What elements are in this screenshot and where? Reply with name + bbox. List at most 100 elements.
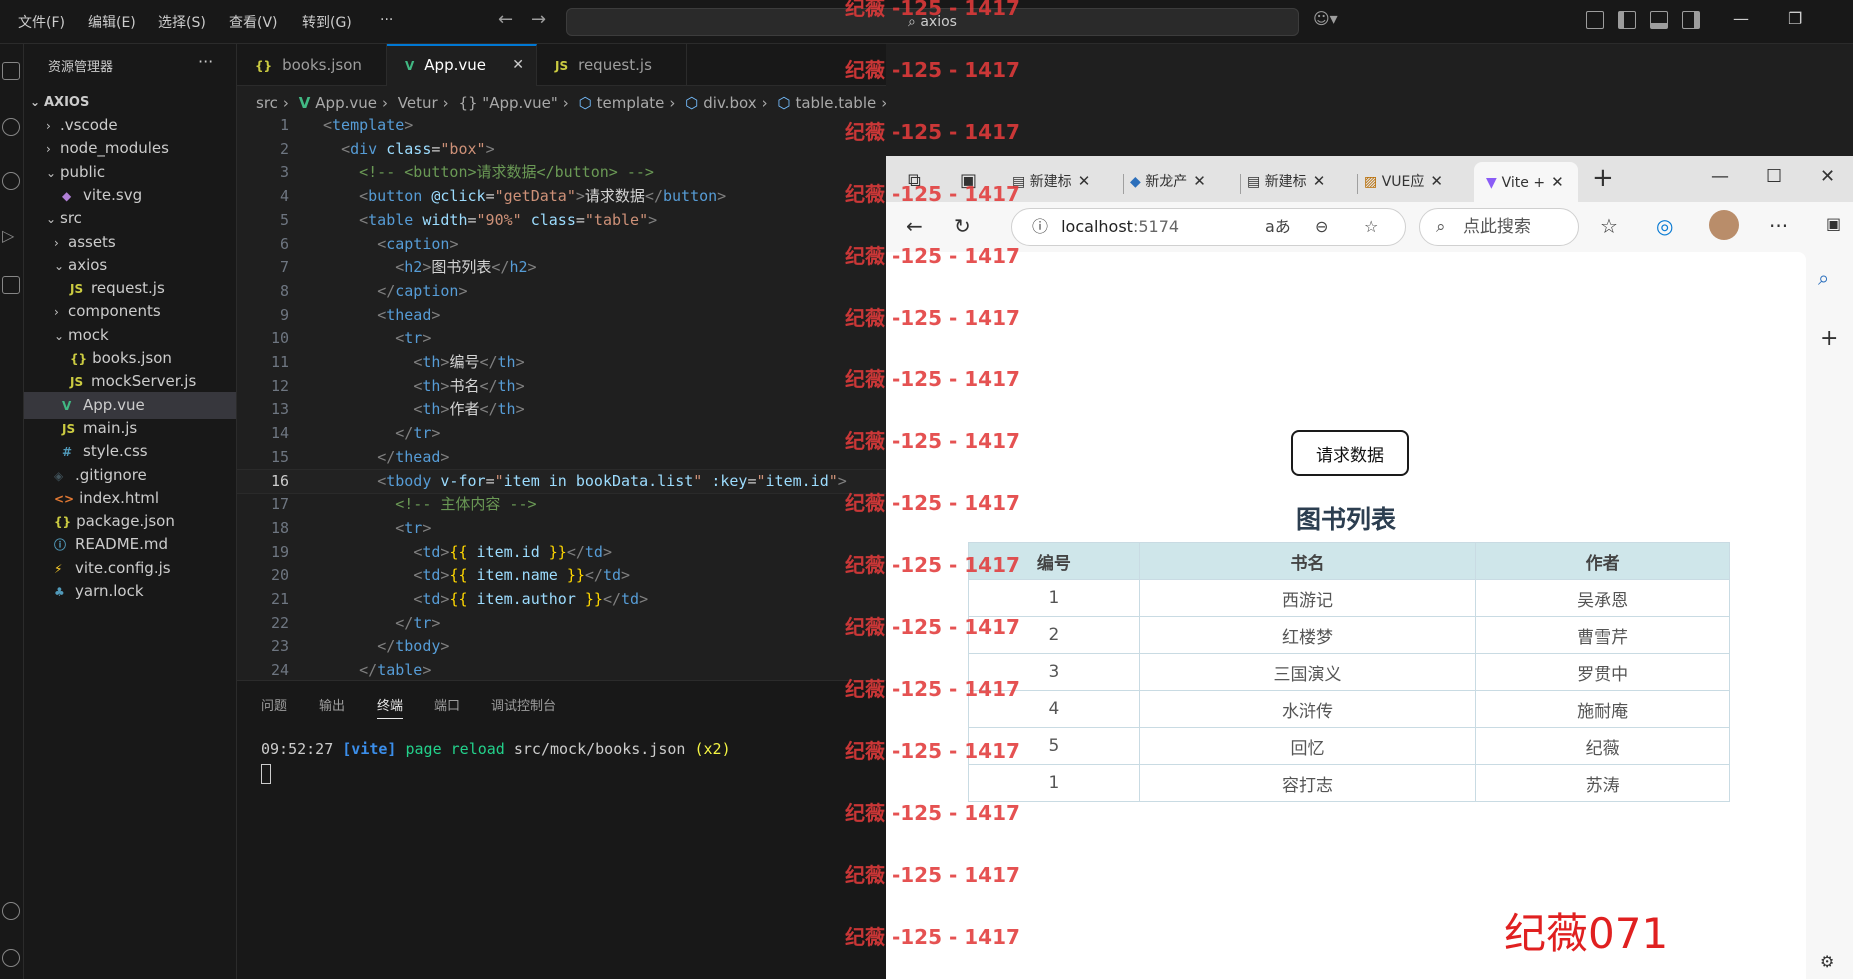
code-line[interactable]: 15 </thead>: [237, 446, 886, 470]
add-icon[interactable]: +: [1820, 326, 1838, 351]
toggle-secondary-sidebar-icon[interactable]: [1682, 11, 1700, 29]
code-line[interactable]: 7 <h2>图书列表</h2>: [237, 256, 886, 280]
minimize-icon[interactable]: —: [1733, 9, 1749, 28]
close-icon[interactable]: ✕: [1430, 172, 1443, 190]
code-line[interactable]: 20 <td>{{ item.name }}</td>: [237, 564, 886, 588]
explorer-more-icon[interactable]: ···: [198, 52, 213, 71]
close-icon[interactable]: ✕: [512, 46, 524, 84]
code-line[interactable]: 16 <tbody v-for="item in bookData.list" …: [237, 468, 886, 495]
code-line[interactable]: 14 </tr>: [237, 422, 886, 446]
maximize-icon[interactable]: ☐: [1766, 166, 1782, 187]
browser-tab[interactable]: ▤ 新建标 ✕: [1012, 166, 1117, 196]
settings-gear-icon[interactable]: ⚙: [1820, 952, 1834, 971]
code-line[interactable]: 24 </table>: [237, 659, 886, 680]
edge-icon[interactable]: ◎: [1656, 214, 1673, 238]
read-aloud-icon[interactable]: aあ: [1265, 209, 1291, 245]
code-line[interactable]: 5 <table width="90%" class="table">: [237, 209, 886, 233]
settings-gear-icon[interactable]: [2, 949, 20, 967]
menu-more[interactable]: ···: [380, 12, 393, 28]
code-line[interactable]: 21 <td>{{ item.author }}</td>: [237, 588, 886, 612]
code-line[interactable]: 19 <td>{{ item.id }}</td>: [237, 541, 886, 565]
code-line[interactable]: 18 <tr>: [237, 517, 886, 541]
toggle-sidebar-icon[interactable]: [1618, 11, 1636, 29]
terminal-output[interactable]: 09:52:27 [vite] page reload src/mock/boo…: [261, 740, 731, 758]
extensions-icon[interactable]: [2, 276, 20, 294]
line-number: 15: [270, 447, 289, 466]
tree-item-label: yarn.lock: [75, 582, 144, 600]
forward-arrow-icon[interactable]: →: [531, 9, 546, 30]
avatar[interactable]: [1709, 210, 1739, 240]
favorites-icon[interactable]: ☆: [1600, 214, 1618, 238]
code-line[interactable]: 3 <!-- <button>请求数据</button> -->: [237, 161, 886, 185]
close-window-icon[interactable]: ✕: [1820, 166, 1835, 187]
code-line[interactable]: 11 <th>编号</th>: [237, 351, 886, 375]
code-line[interactable]: 6 <caption>: [237, 233, 886, 257]
breadcrumb-item[interactable]: App.vue: [315, 94, 377, 112]
browser-tab[interactable]: ◆ 新龙产 ✕: [1130, 166, 1235, 196]
sidebar-toggle-icon[interactable]: ▣: [1826, 214, 1841, 233]
search-icon[interactable]: ⌕: [1818, 266, 1829, 290]
menu-view[interactable]: 查看(V): [229, 12, 278, 32]
source-control-icon[interactable]: [2, 172, 20, 190]
close-icon[interactable]: ✕: [1551, 173, 1564, 191]
tab-problems[interactable]: 问题: [261, 695, 287, 714]
menu-go[interactable]: 转到(G): [302, 12, 352, 32]
browser-tab[interactable]: ▨ VUE应 ✕: [1364, 166, 1468, 196]
code-line[interactable]: 10 <tr>: [237, 327, 886, 351]
restore-icon[interactable]: ❐: [1788, 9, 1802, 28]
address-bar[interactable]: ⓘ localhost:5174 aあ ⊖ ☆: [1011, 208, 1406, 246]
breadcrumb-item[interactable]: {} "App.vue": [458, 94, 557, 112]
favorite-star-icon[interactable]: ☆: [1364, 209, 1378, 245]
back-arrow-icon[interactable]: ←: [906, 214, 923, 238]
editor-tab-bar: {} books.json V App.vue ✕ JS request.js: [237, 44, 886, 86]
breadcrumb-item[interactable]: Vetur: [398, 94, 438, 112]
code-editor[interactable]: 1 <template> 2 <div class="box"> 3 <!-- <bu…: [237, 114, 886, 680]
tree-item-label: src: [60, 209, 82, 228]
tab-app-vue[interactable]: V App.vue ✕: [387, 44, 537, 86]
code-line[interactable]: 12 <th>书名</th>: [237, 375, 886, 399]
browser-search-box[interactable]: ⌕ 点此搜索: [1419, 208, 1579, 246]
code-line[interactable]: 17 <!-- 主体内容 -->: [237, 493, 886, 517]
menu-selection[interactable]: 选择(S): [158, 12, 206, 32]
code-line[interactable]: 23 </tbody>: [237, 635, 886, 659]
code-line[interactable]: 4 <button @click="getData">请求数据</button>: [237, 185, 886, 209]
request-data-button[interactable]: 请求数据: [1291, 430, 1409, 476]
code-line[interactable]: 9 <thead>: [237, 304, 886, 328]
close-icon[interactable]: ✕: [1078, 172, 1091, 190]
search-icon[interactable]: [2, 118, 20, 136]
explorer-icon[interactable]: [2, 62, 20, 80]
tab-output[interactable]: 输出: [319, 695, 345, 714]
run-debug-icon[interactable]: ▷: [2, 226, 20, 245]
copilot-icon[interactable]: ☺▾: [1313, 9, 1338, 28]
tab-books-json[interactable]: {} books.json: [237, 44, 387, 86]
code-line[interactable]: 13 <th>作者</th>: [237, 398, 886, 422]
new-tab-icon[interactable]: +: [1592, 163, 1614, 193]
minimize-icon[interactable]: —: [1711, 166, 1729, 187]
browser-tab-active[interactable]: ▼ Vite + ✕: [1474, 162, 1578, 202]
code-line[interactable]: 1 <template>: [237, 114, 886, 138]
breadcrumb-item[interactable]: div.box: [703, 94, 756, 112]
layout-customize-icon[interactable]: [1586, 11, 1604, 29]
breadcrumb-item[interactable]: table.table: [795, 94, 876, 112]
menu-edit[interactable]: 编辑(E): [88, 12, 136, 32]
browser-tab[interactable]: ▤ 新建标 ✕: [1247, 166, 1352, 196]
toggle-panel-icon[interactable]: [1650, 11, 1668, 29]
tab-terminal[interactable]: 终端: [377, 695, 404, 719]
account-icon[interactable]: [2, 902, 20, 920]
code-line[interactable]: 22 </tr>: [237, 612, 886, 636]
tab-ports[interactable]: 端口: [434, 695, 460, 714]
tree-file[interactable]: ♣ yarn.lock: [24, 578, 236, 605]
breadcrumb-item[interactable]: template: [597, 94, 665, 112]
code-line[interactable]: 2 <div class="box">: [237, 138, 886, 162]
menu-file[interactable]: 文件(F): [18, 12, 65, 32]
back-arrow-icon[interactable]: ←: [498, 9, 513, 30]
refresh-icon[interactable]: ↻: [954, 214, 971, 238]
breadcrumb-item[interactable]: src: [256, 94, 278, 112]
close-icon[interactable]: ✕: [1193, 172, 1206, 190]
code-line[interactable]: 8 </caption>: [237, 280, 886, 304]
more-options-icon[interactable]: ···: [1769, 214, 1788, 238]
close-icon[interactable]: ✕: [1313, 172, 1326, 190]
tab-debug-console[interactable]: 调试控制台: [491, 695, 556, 714]
tab-request-js[interactable]: JS request.js: [537, 44, 687, 86]
zoom-out-icon[interactable]: ⊖: [1315, 209, 1328, 245]
